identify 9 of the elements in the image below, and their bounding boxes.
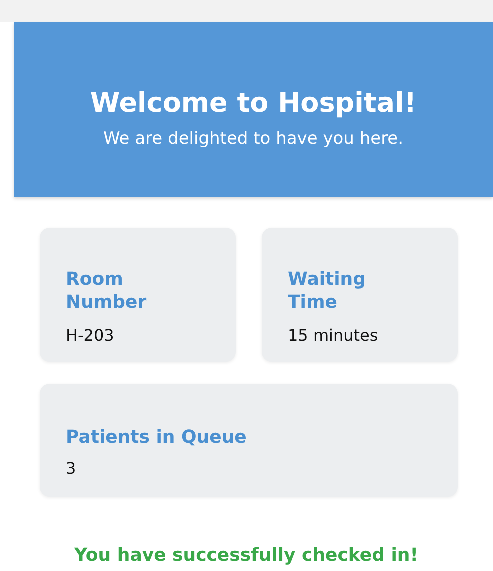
card-value: H-203 (66, 326, 116, 345)
check-in-message: You have successfully checked in! (74, 545, 418, 566)
card-label: Waiting Time (288, 268, 368, 314)
card-value: 3 (66, 459, 78, 478)
welcome-title: Welcome to Hospital! (90, 88, 417, 119)
card-value: 15 minutes (288, 326, 380, 345)
card-label: Patients in Queue (66, 426, 248, 449)
card-label: Room Number (66, 268, 148, 314)
welcome-subtitle: We are delighted to have you here. (103, 129, 404, 149)
